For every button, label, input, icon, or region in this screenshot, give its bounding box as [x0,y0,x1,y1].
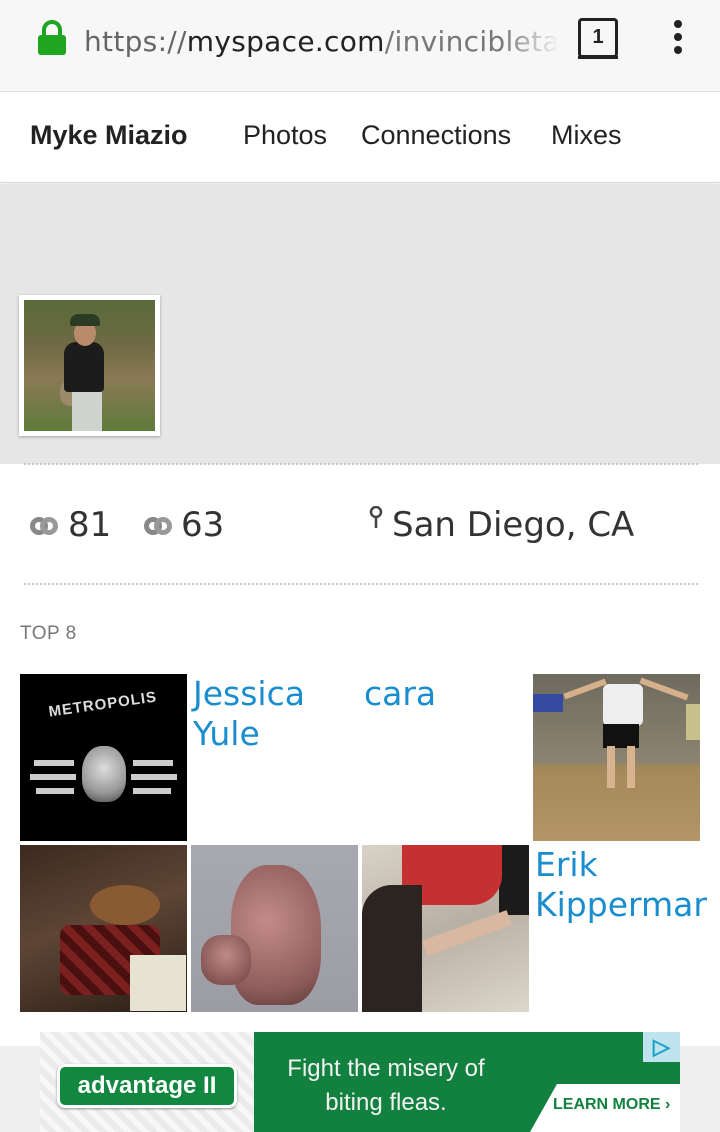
url-scheme: https:// [84,25,187,58]
nav-link-photos[interactable]: Photos [243,120,327,151]
friend-name: Jessica Yule [193,674,305,753]
top8-friend-jessica-yule[interactable]: Jessica Yule [191,674,358,841]
tab-switcher-button[interactable]: 1 [578,18,618,58]
url-host: myspace.com [186,25,385,58]
location-pin-icon [369,506,383,528]
profile-nav: Myke Miazio Photos Connections Mixes [0,93,720,183]
top8-friend-photo[interactable] [533,674,700,841]
ad-banner[interactable]: advantage II Fight the misery of biting … [40,1032,680,1132]
top8-friend-photo[interactable] [20,845,187,1012]
top8-heading: TOP 8 [20,623,77,644]
nav-link-connections[interactable]: Connections [361,120,511,151]
tab-switcher-underline [578,56,618,59]
connections-out-count[interactable]: 63 [181,505,224,545]
divider [24,463,698,465]
url-fade [500,22,560,62]
profile-avatar[interactable] [19,295,160,436]
top8-friend-photo[interactable] [191,845,358,1012]
overflow-menu-icon[interactable] [670,18,686,58]
nav-link-mixes[interactable]: Mixes [551,120,622,151]
connections-in-count[interactable]: 81 [68,505,111,545]
adchoices-icon[interactable]: ▷ [643,1032,680,1062]
divider [24,583,698,585]
ad-headline: Fight the misery of biting fleas. [287,1055,485,1116]
address-bar[interactable]: https://myspace.com/invincibletatto [84,22,556,62]
top8-friend-erik-kippermar[interactable]: Erik Kippermar [533,845,720,1012]
metropolis-logo-text: METROPOLIS [47,688,159,721]
browser-toolbar: https://myspace.com/invincibletatto 1 [0,0,720,92]
top8-friend-cara[interactable]: cara [362,674,529,841]
avatar-photo [24,300,155,431]
lock-icon [38,20,66,55]
connections-out-icon [144,517,172,535]
ad-brand-logo: advantage II [57,1064,237,1108]
top8-friend-photo[interactable] [362,845,529,1012]
ad-cta-label: LEARN MORE › [553,1096,671,1113]
nav-profile-name[interactable]: Myke Miazio [30,120,188,151]
friend-name: Erik Kippermar [535,845,707,924]
location-text: San Diego, CA [392,505,635,545]
top8-friend-metropolis[interactable]: METROPOLIS [20,674,187,841]
connections-in-icon [30,517,58,535]
friend-name: cara [364,674,437,713]
